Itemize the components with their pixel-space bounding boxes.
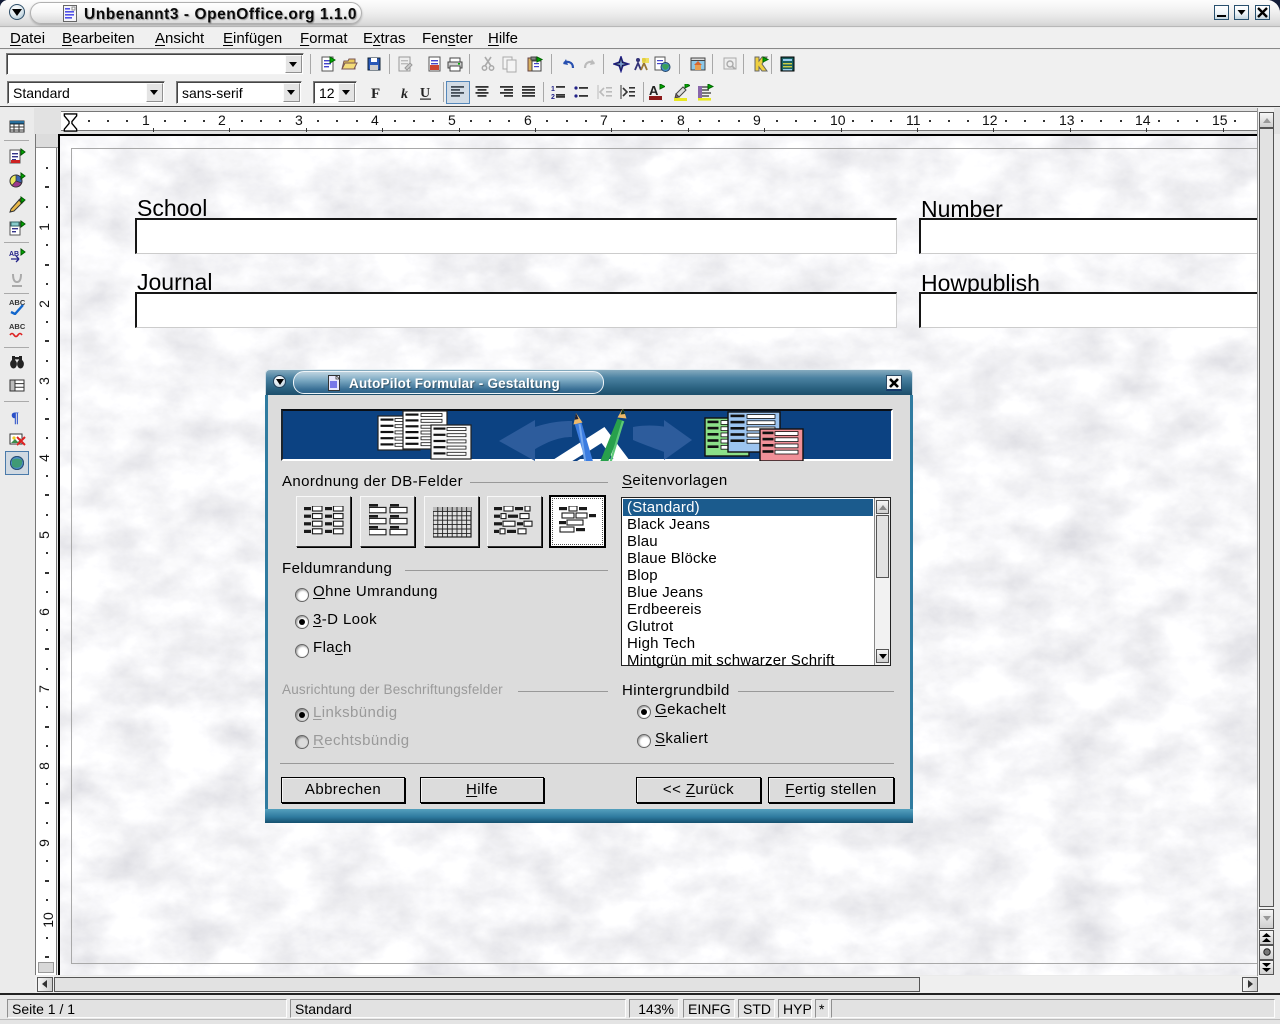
svg-text:1: 1 (551, 86, 555, 93)
svg-text:¶: ¶ (11, 410, 19, 425)
svg-text:F: F (371, 86, 380, 101)
svg-text:A: A (649, 84, 659, 98)
svg-text:2: 2 (551, 94, 555, 101)
svg-text:k: k (401, 87, 408, 101)
svg-text:ABC: ABC (9, 322, 26, 331)
